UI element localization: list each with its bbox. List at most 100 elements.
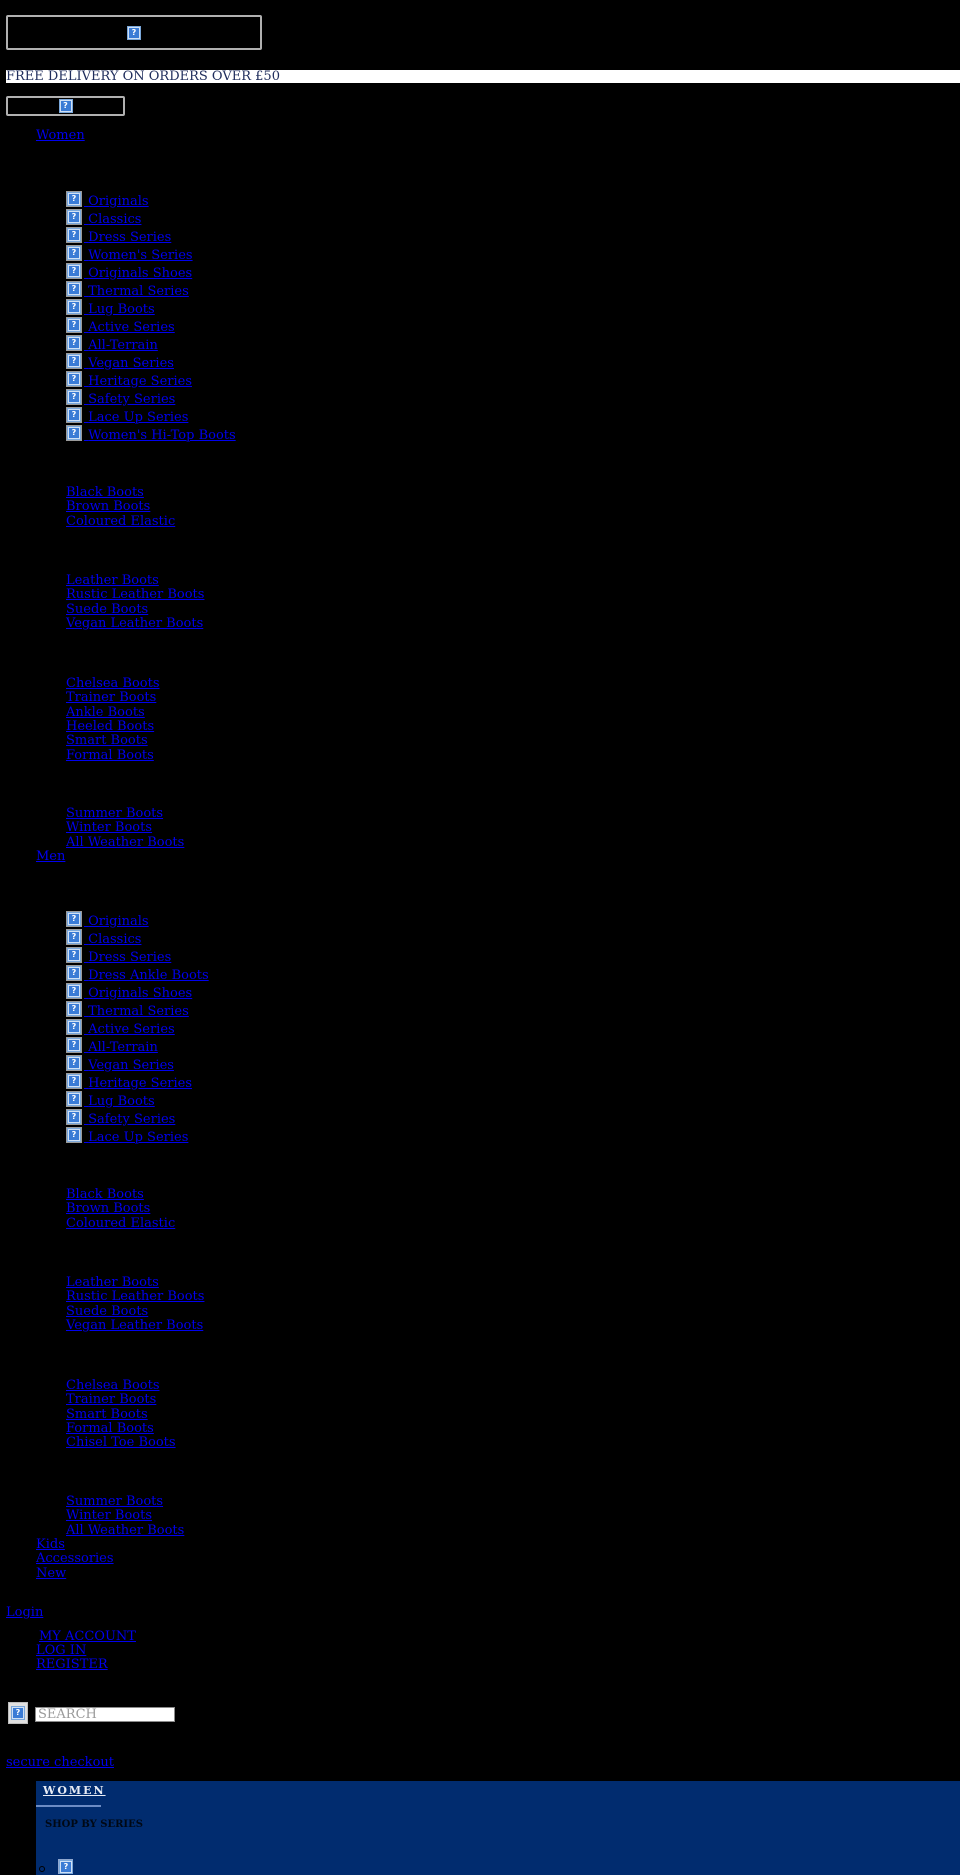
series-link-label: All-Terrain — [88, 338, 158, 353]
login-link[interactable]: Login — [6, 1605, 43, 1620]
search-input[interactable] — [35, 1707, 175, 1722]
men-season-link[interactable]: Winter Boots — [66, 1509, 152, 1523]
broken-image-icon: ? — [68, 1093, 80, 1105]
men-series-link[interactable]: ? Classics — [66, 929, 141, 947]
nav-item-new[interactable]: New — [36, 1567, 66, 1581]
men-series-link[interactable]: ? Dress Series — [66, 947, 171, 965]
series-thumbnail-icon: ? — [66, 227, 82, 243]
men-style-link[interactable]: Smart Boots — [66, 1407, 148, 1422]
series-thumbnail-icon: ? — [66, 191, 82, 207]
men-colour-link[interactable]: Coloured Elastic — [66, 1216, 175, 1231]
women-colour-link[interactable]: Brown Boots — [66, 500, 150, 514]
men-season-link[interactable]: All Weather Boots — [66, 1523, 184, 1538]
men-season-link[interactable]: Summer Boots — [66, 1495, 163, 1509]
men-material-link[interactable]: Suede Boots — [66, 1304, 148, 1319]
men-series-link[interactable]: ? Originals Shoes — [66, 983, 192, 1001]
broken-image-icon: ? — [68, 247, 80, 259]
women-colour-link[interactable]: Coloured Elastic — [66, 514, 175, 529]
nav-item-accessories[interactable]: Accessories — [36, 1552, 114, 1566]
women-season-link[interactable]: All Weather Boots — [66, 835, 184, 850]
menu-toggle-button[interactable]: ? — [6, 96, 125, 116]
men-material-link[interactable]: Leather Boots — [66, 1276, 159, 1290]
broken-image-icon: ? — [68, 337, 80, 349]
women-series-link[interactable]: ? All-Terrain — [66, 335, 158, 353]
logo-link[interactable]: ? — [6, 15, 262, 50]
series-link-label: All-Terrain — [88, 1040, 158, 1055]
men-series-link[interactable]: ? All-Terrain — [66, 1037, 158, 1055]
nav-item-men[interactable]: Men — [36, 850, 65, 864]
log-in-link[interactable]: LOG IN — [36, 1644, 136, 1658]
series-link-label: Dress Series — [88, 950, 172, 965]
men-series-link[interactable]: ? Originals — [66, 911, 149, 929]
women-style-link[interactable]: Chelsea Boots — [66, 677, 160, 691]
series-link-label: Safety Series — [88, 1112, 176, 1127]
divider — [36, 1805, 101, 1807]
men-colour-link[interactable]: Black Boots — [66, 1188, 144, 1202]
men-series-link[interactable]: ? Lace Up Series — [66, 1127, 188, 1145]
men-material-link[interactable]: Vegan Leather Boots — [66, 1318, 203, 1333]
nav-item-kids[interactable]: Kids — [36, 1538, 65, 1552]
women-series-link[interactable]: ? Dress Series — [66, 227, 171, 245]
women-material-link[interactable]: Suede Boots — [66, 602, 148, 617]
men-style-link[interactable]: Trainer Boots — [66, 1393, 156, 1407]
women-colour-link[interactable]: Black Boots — [66, 486, 144, 500]
men-series-link[interactable]: ? Active Series — [66, 1019, 175, 1037]
series-thumbnail-icon: ? — [66, 209, 82, 225]
men-series-link[interactable]: ? Dress Ankle Boots — [66, 965, 209, 983]
women-series-link[interactable]: ? Active Series — [66, 317, 175, 335]
men-series-link[interactable]: ? Thermal Series — [66, 1001, 189, 1019]
series-link-label: Vegan Series — [88, 1058, 174, 1073]
mega-menu-title[interactable]: WOMEN — [43, 1784, 106, 1797]
women-series-link[interactable]: ? Originals — [66, 191, 149, 209]
women-series-link[interactable]: ? Safety Series — [66, 389, 175, 407]
women-series-link[interactable]: ? Lug Boots — [66, 299, 155, 317]
men-colour-link[interactable]: Brown Boots — [66, 1202, 150, 1216]
men-series-link[interactable]: ? Safety Series — [66, 1109, 175, 1127]
broken-image-icon: ? — [128, 26, 140, 39]
men-style-link[interactable]: Formal Boots — [66, 1421, 154, 1436]
broken-image-icon: ? — [68, 1075, 80, 1087]
women-season-link[interactable]: Winter Boots — [66, 821, 152, 835]
women-series-link[interactable]: ? Classics — [66, 209, 141, 227]
broken-image-icon: ? — [59, 100, 72, 112]
women-series-link[interactable]: ? Heritage Series — [66, 371, 192, 389]
secure-checkout-link[interactable]: secure checkout — [6, 1755, 114, 1770]
women-series-link[interactable]: ? Vegan Series — [66, 353, 174, 371]
women-material-link[interactable]: Vegan Leather Boots — [66, 616, 203, 631]
broken-image-icon: ? — [68, 283, 80, 295]
broken-image-icon: ? — [68, 193, 80, 205]
my-account-link[interactable]: MY ACCOUNT — [39, 1630, 136, 1644]
women-season-link[interactable]: Summer Boots — [66, 807, 163, 821]
men-style-link[interactable]: Chisel Toe Boots — [66, 1436, 176, 1450]
series-link-label: Originals — [88, 914, 149, 929]
broken-image-icon: ? — [68, 985, 80, 997]
search-button[interactable]: ? — [8, 1702, 28, 1724]
men-material-link[interactable]: Rustic Leather Boots — [66, 1290, 204, 1304]
women-material-link[interactable]: Leather Boots — [66, 574, 159, 588]
series-thumbnail-icon: ? — [66, 947, 82, 963]
women-style-link[interactable]: Smart Boots — [66, 734, 148, 748]
women-series-link[interactable]: ? Originals Shoes — [66, 263, 192, 281]
men-style-link[interactable]: Chelsea Boots — [66, 1379, 160, 1393]
women-style-link[interactable]: Ankle Boots — [66, 705, 145, 720]
men-series-link[interactable]: ? Vegan Series — [66, 1055, 174, 1073]
women-series-link[interactable]: ? Lace Up Series — [66, 407, 188, 425]
women-style-link[interactable]: Heeled Boots — [66, 719, 154, 734]
series-thumbnail-icon: ? — [66, 1001, 82, 1017]
nav-item-women[interactable]: Women — [36, 129, 85, 143]
women-style-link[interactable]: Formal Boots — [66, 748, 154, 763]
series-thumbnail-icon: ? — [66, 965, 82, 981]
series-thumbnail-icon: ? — [66, 1019, 82, 1035]
women-series-link[interactable]: ? Women's Series — [66, 245, 193, 263]
series-thumbnail-icon: ? — [66, 389, 82, 405]
series-thumbnail-icon: ? — [66, 1127, 82, 1143]
series-thumbnail[interactable]: ? — [58, 1859, 73, 1874]
women-series-link[interactable]: ? Thermal Series — [66, 281, 189, 299]
men-series-link[interactable]: ? Heritage Series — [66, 1073, 192, 1091]
men-series-link[interactable]: ? Lug Boots — [66, 1091, 155, 1109]
women-style-link[interactable]: Trainer Boots — [66, 691, 156, 705]
register-link[interactable]: REGISTER — [36, 1658, 136, 1672]
women-material-link[interactable]: Rustic Leather Boots — [66, 588, 204, 602]
mega-menu-panel: WOMEN SHOP BY SERIES ? — [36, 1781, 960, 1875]
women-series-link[interactable]: ? Women's Hi-Top Boots — [66, 425, 236, 443]
